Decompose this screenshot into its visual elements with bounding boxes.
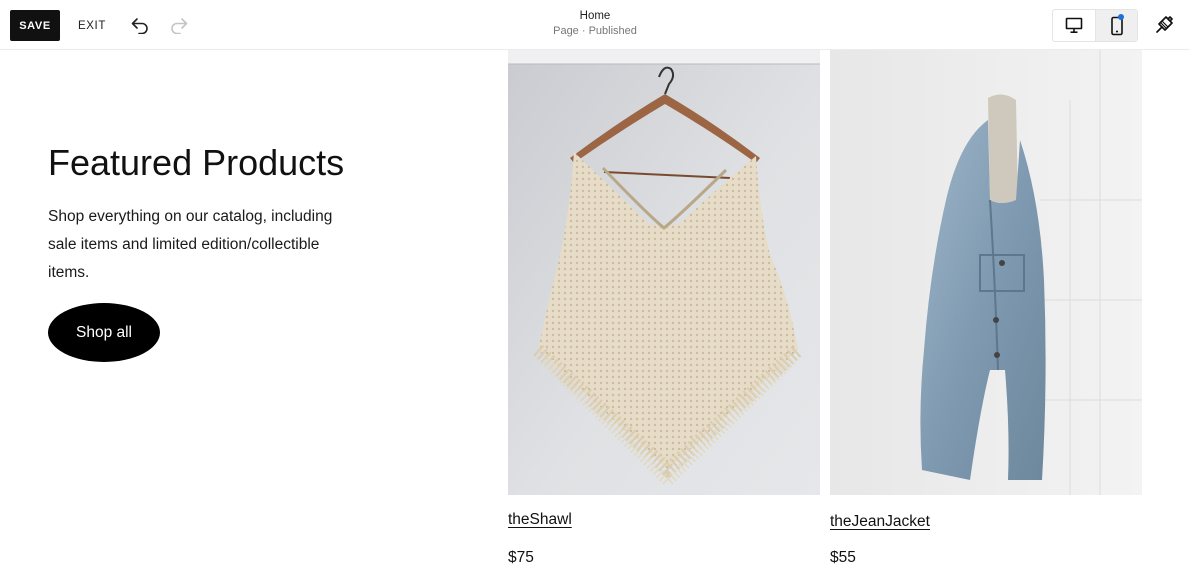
- redo-icon: [171, 18, 188, 34]
- redo-button[interactable]: [167, 13, 191, 37]
- product-card[interactable]: theShawl $75: [508, 50, 820, 566]
- desktop-icon: [1065, 17, 1083, 33]
- product-price: $55: [830, 549, 856, 566]
- exit-button[interactable]: EXIT: [72, 10, 112, 41]
- save-button[interactable]: SAVE: [10, 10, 60, 41]
- product-price: $75: [508, 549, 534, 566]
- page-title: Home: [579, 10, 611, 22]
- mobile-view-button[interactable]: [1095, 10, 1137, 41]
- shop-all-button[interactable]: Shop all: [48, 303, 160, 362]
- product-name[interactable]: theShawl: [508, 511, 572, 529]
- product-image-shawl[interactable]: [508, 50, 820, 495]
- editor-toolbar: SAVE EXIT Home Page · Published: [0, 0, 1190, 50]
- product-image-jacket[interactable]: [830, 50, 1142, 495]
- page-status: Page · Published: [553, 25, 637, 37]
- section-description: Shop everything on our catalog, includin…: [48, 208, 333, 281]
- device-view-toggle: [1052, 9, 1138, 42]
- page-info[interactable]: Home Page · Published: [495, 9, 695, 38]
- section-heading: Featured Products: [48, 142, 345, 183]
- product-name[interactable]: theJeanJacket: [830, 513, 930, 531]
- undo-button[interactable]: [128, 13, 152, 37]
- design-button[interactable]: [1151, 12, 1177, 38]
- product-card[interactable]: theJeanJacket $55: [830, 50, 1142, 566]
- desktop-view-button[interactable]: [1053, 10, 1095, 41]
- paintbrush-icon: [1156, 16, 1173, 33]
- undo-icon: [131, 18, 148, 34]
- notification-dot: [1118, 14, 1124, 20]
